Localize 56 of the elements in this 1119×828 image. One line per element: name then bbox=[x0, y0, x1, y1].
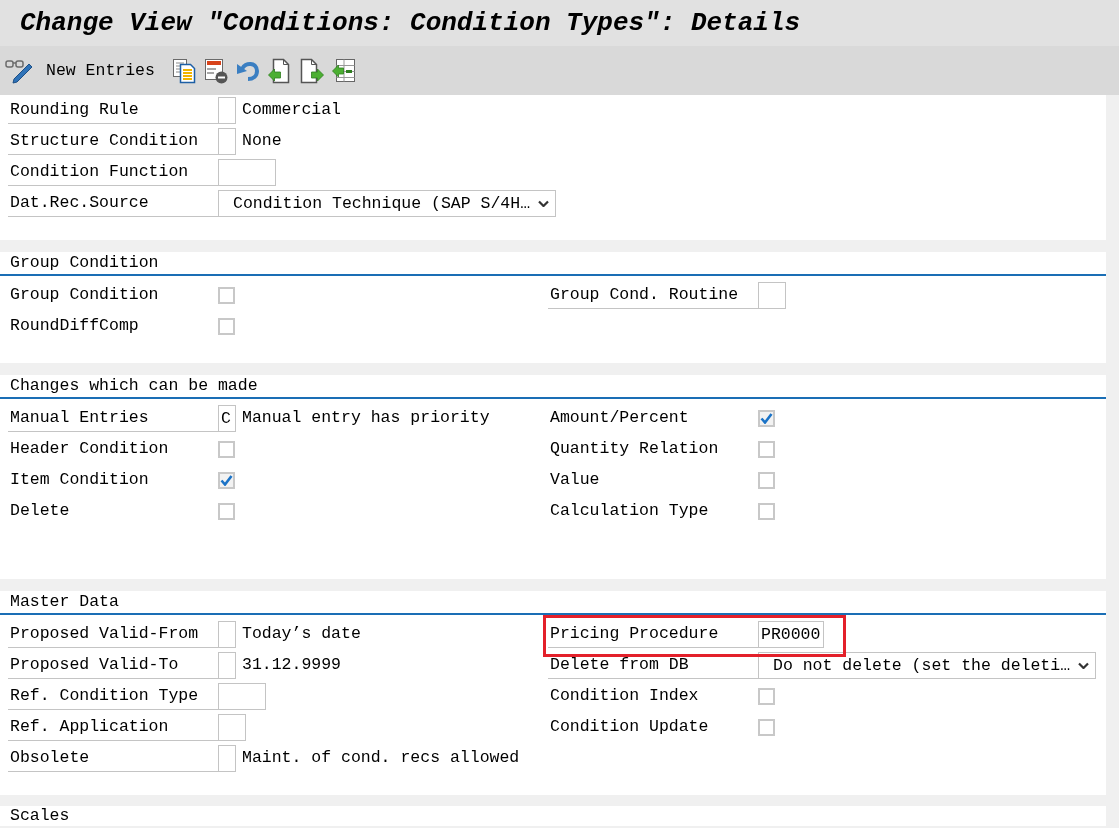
field-label: Value bbox=[549, 469, 601, 491]
field-label: Delete bbox=[9, 500, 71, 522]
section-title: Scales bbox=[10, 806, 70, 825]
input-field[interactable]: PR0000 bbox=[758, 621, 824, 648]
input-field[interactable]: C bbox=[218, 405, 236, 432]
field-label: Item Condition bbox=[9, 469, 150, 491]
field-label: Amount/Percent bbox=[549, 407, 690, 429]
document-arrow-right-icon[interactable] bbox=[299, 57, 324, 84]
checkbox[interactable] bbox=[758, 410, 775, 427]
field-label: Header Condition bbox=[9, 438, 170, 460]
caret-icon bbox=[538, 200, 549, 207]
document-minus-icon[interactable] bbox=[203, 57, 228, 84]
checkbox[interactable] bbox=[218, 318, 235, 335]
checkbox[interactable] bbox=[758, 719, 775, 736]
field-description: Today’s date bbox=[242, 623, 361, 645]
caret-icon bbox=[1078, 662, 1089, 669]
field-label: Condition Update bbox=[549, 716, 710, 738]
field-label: Quantity Relation bbox=[549, 438, 720, 460]
field-label: Calculation Type bbox=[549, 500, 710, 522]
field-description: Commercial bbox=[242, 99, 342, 121]
document-arrow-left-icon[interactable] bbox=[267, 57, 292, 84]
field-description: Manual entry has priority bbox=[242, 407, 490, 429]
checkbox[interactable] bbox=[218, 472, 235, 489]
input-field[interactable] bbox=[218, 621, 236, 648]
dropdown[interactable]: Condition Technique (SAP S/4H… bbox=[218, 190, 556, 217]
field-description: Maint. of cond. recs allowed bbox=[242, 747, 520, 769]
checkbox[interactable] bbox=[218, 503, 235, 520]
window-title: Change View "Conditions: Condition Types": Details bbox=[20, 7, 801, 39]
dropdown[interactable]: Do not delete (set the deleti… bbox=[758, 652, 1096, 679]
checkbox[interactable] bbox=[218, 441, 235, 458]
input-field[interactable] bbox=[218, 128, 236, 155]
input-field[interactable] bbox=[218, 683, 266, 710]
input-field[interactable] bbox=[218, 97, 236, 124]
section-title: Changes which can be made bbox=[10, 376, 258, 395]
input-field[interactable] bbox=[218, 714, 246, 741]
checkbox[interactable] bbox=[758, 503, 775, 520]
input-field[interactable] bbox=[218, 652, 236, 679]
table-arrow-icon[interactable] bbox=[331, 57, 356, 84]
section-title: Master Data bbox=[10, 592, 119, 611]
field-label: Condition Index bbox=[549, 685, 700, 707]
checkbox[interactable] bbox=[758, 441, 775, 458]
section-title: Group Condition bbox=[10, 253, 159, 272]
field-label: RoundDiffComp bbox=[9, 315, 140, 337]
glasses-pencil-icon[interactable] bbox=[5, 57, 33, 84]
field-label: Group Condition bbox=[9, 284, 160, 306]
input-field[interactable] bbox=[218, 159, 276, 186]
checkbox[interactable] bbox=[218, 287, 235, 304]
field-description: None bbox=[242, 130, 282, 152]
copy-documents-icon[interactable] bbox=[171, 57, 196, 84]
checkbox[interactable] bbox=[758, 688, 775, 705]
new-entries-button[interactable]: New Entries bbox=[46, 58, 155, 83]
input-field[interactable] bbox=[218, 745, 236, 772]
checkbox[interactable] bbox=[758, 472, 775, 489]
field-description: 31.12.9999 bbox=[242, 654, 342, 676]
field-label: Delete from DB bbox=[548, 652, 758, 679]
input-field[interactable] bbox=[758, 282, 786, 309]
